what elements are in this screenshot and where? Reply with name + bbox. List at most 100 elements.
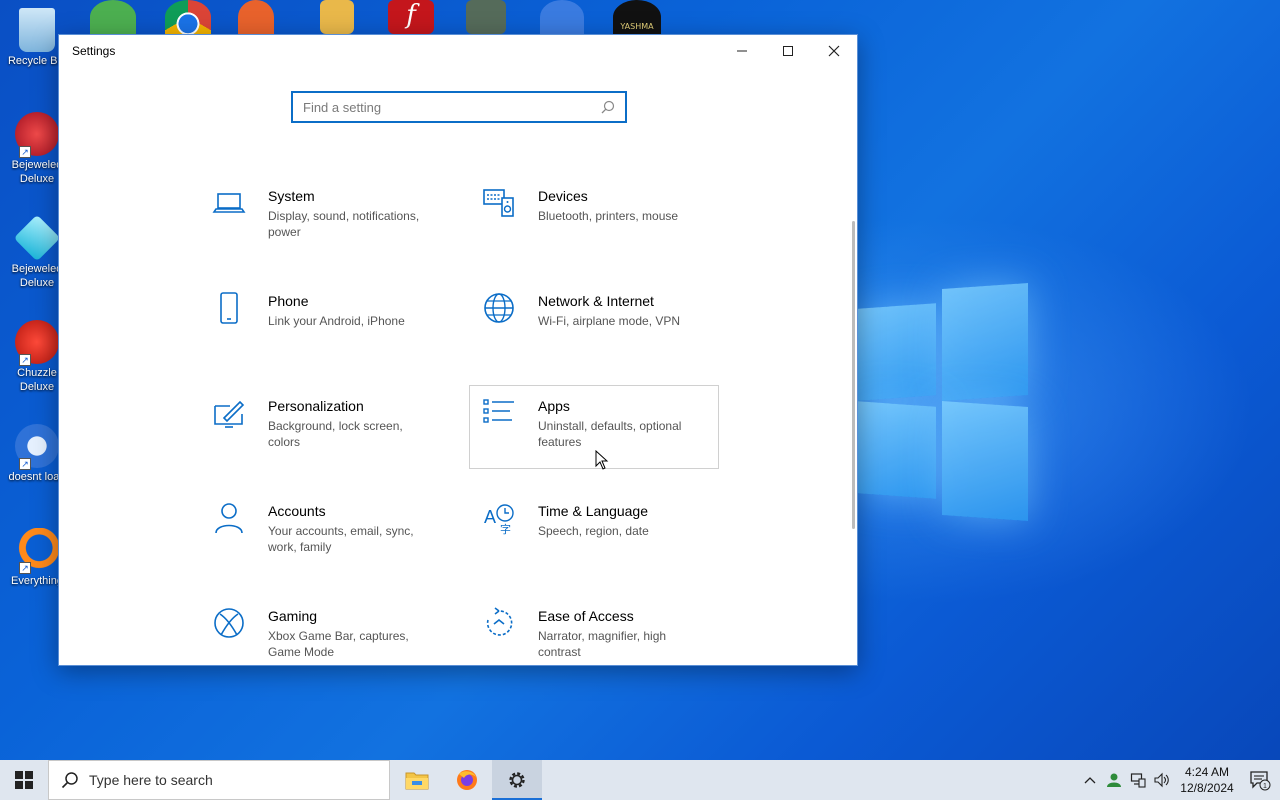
taskbar-file-explorer[interactable]: [392, 760, 442, 800]
tile-name: Phone: [268, 293, 309, 309]
taskbar-firefox[interactable]: [442, 760, 492, 800]
gear-icon: [509, 772, 525, 788]
action-center-button[interactable]: 1: [1240, 760, 1280, 800]
tile-personalization[interactable]: Personalization Background, lock screen,…: [199, 385, 449, 469]
tile-apps[interactable]: Apps Uninstall, defaults, optional featu…: [469, 385, 719, 469]
people-icon: [1107, 773, 1121, 787]
minimize-icon: [737, 50, 747, 52]
notification-icon: 1: [1250, 771, 1271, 791]
tile-description: Uninstall, defaults, optional features: [538, 419, 682, 449]
paintbrush-icon: [214, 400, 245, 428]
window-titlebar[interactable]: Settings: [59, 35, 857, 67]
desktop-icon-users[interactable]: [90, 0, 136, 34]
desktop-icon-app[interactable]: [238, 0, 274, 34]
mouse-cursor-icon: [595, 450, 609, 470]
taskbar-clock[interactable]: 4:24 AM 12/8/2024: [1174, 764, 1240, 796]
window-scrollbar[interactable]: [852, 221, 855, 529]
speaker-icon: [1154, 772, 1169, 788]
tile-description: Background, lock screen, colors: [268, 419, 403, 449]
tile-system[interactable]: System Display, sound, notifications, po…: [199, 175, 449, 259]
shortcut-arrow-icon: ↗: [19, 354, 31, 366]
folder-icon: [405, 772, 429, 790]
tile-description: Link your Android, iPhone: [268, 314, 405, 328]
system-tray: 4:24 AM 12/8/2024 1: [1078, 760, 1280, 800]
thunderbird-icon[interactable]: [540, 0, 584, 34]
maximize-icon: [783, 46, 793, 56]
network-icon: [1130, 773, 1146, 788]
tile-name: Gaming: [268, 608, 318, 624]
tile-description: Xbox Game Bar, captures, Game Mode: [268, 629, 409, 659]
shortcut-arrow-icon: ↗: [19, 458, 31, 470]
windows-logo-icon: [15, 771, 33, 789]
taskbar-search-box[interactable]: Type here to search: [48, 760, 390, 800]
tile-name: Time & Language: [538, 503, 648, 519]
bejeweled-2-icon: ↗: [15, 112, 59, 158]
search-icon: [601, 100, 615, 114]
desktop-icon-castle[interactable]: [466, 0, 506, 34]
keyboard-speaker-icon: [483, 189, 514, 217]
gem-icon: [13, 214, 61, 262]
magnifier-icon: ↗: [15, 528, 59, 574]
windows-logo-wallpaper: [858, 282, 1028, 522]
tile-devices[interactable]: Devices Bluetooth, printers, mouse: [469, 175, 719, 259]
recycle-bin-icon: [19, 8, 55, 52]
tray-people-button[interactable]: [1102, 760, 1126, 800]
time-language-icon: A 字: [484, 504, 514, 535]
taskbar-search-text: Type here to search: [89, 772, 213, 788]
show-hidden-icons-button[interactable]: [1078, 760, 1102, 800]
firefox-icon: [457, 770, 477, 790]
tile-description: Your accounts, email, sync, work, family: [268, 524, 414, 554]
svg-text:字: 字: [500, 522, 511, 535]
tile-time-language[interactable]: A 字 Time & Language Speech, region, date: [469, 490, 719, 574]
minimize-button[interactable]: [719, 35, 765, 67]
clock-date: 12/8/2024: [1180, 781, 1234, 795]
tile-phone[interactable]: Phone Link your Android, iPhone: [199, 280, 449, 364]
tile-accounts[interactable]: Accounts Your accounts, email, sync, wor…: [199, 490, 449, 574]
desktop-icon-yashma[interactable]: YASHMA: [613, 0, 661, 34]
tile-description: Wi-Fi, airplane mode, VPN: [538, 314, 681, 328]
tile-description: Bluetooth, printers, mouse: [538, 209, 679, 223]
taskbar: Type here to search 4:24 AM 12/8/2024 1: [0, 760, 1280, 800]
maximize-button[interactable]: [765, 35, 811, 67]
clock-time: 4:24 AM: [1184, 765, 1230, 779]
chrome-icon[interactable]: [165, 0, 211, 34]
settings-search-input[interactable]: [303, 99, 601, 115]
tile-network-internet[interactable]: Network & Internet Wi-Fi, airplane mode,…: [469, 280, 719, 364]
tile-description: Display, sound, notifications, power: [268, 209, 420, 239]
tile-gaming[interactable]: Gaming Xbox Game Bar, captures, Game Mod…: [199, 595, 449, 665]
chevron-up-icon: [1084, 777, 1096, 784]
shortcut-arrow-icon: ↗: [19, 562, 31, 574]
tile-name: Personalization: [268, 398, 364, 414]
notification-count: 1: [1263, 783, 1267, 790]
desktop-icon-archive[interactable]: [320, 0, 354, 34]
tile-name: Ease of Access: [538, 608, 634, 624]
tile-description: Speech, region, date: [538, 524, 649, 538]
tray-network-button[interactable]: [1126, 760, 1150, 800]
window-title: Settings: [72, 44, 116, 58]
mail-bird-icon: ↗: [15, 424, 59, 470]
tile-description: Narrator, magnifier, high contrast: [538, 629, 667, 659]
taskbar-settings[interactable]: [492, 760, 542, 800]
tile-name: System: [268, 188, 315, 204]
tile-name: Apps: [538, 398, 570, 414]
phone-icon: [220, 292, 238, 324]
tile-ease-of-access[interactable]: Ease of Access Narrator, magnifier, high…: [469, 595, 719, 665]
tray-volume-button[interactable]: [1150, 760, 1174, 800]
globe-icon: [484, 293, 514, 323]
start-button[interactable]: [0, 760, 48, 800]
ease-of-access-icon: [486, 607, 513, 636]
close-button[interactable]: [811, 35, 857, 67]
chuzzle-icon: ↗: [15, 320, 59, 366]
xbox-icon: [214, 608, 244, 638]
person-icon: [215, 503, 243, 534]
flash-icon[interactable]: f: [388, 0, 434, 34]
close-icon: [828, 45, 840, 57]
settings-window: Settings System Display, sound, notifica…: [58, 34, 858, 666]
settings-search-box[interactable]: [291, 91, 627, 123]
apps-list-icon: [483, 399, 514, 423]
search-icon: [61, 772, 78, 789]
shortcut-arrow-icon: ↗: [19, 146, 31, 158]
tile-name: Network & Internet: [538, 293, 654, 309]
laptop-icon: [212, 193, 246, 213]
tile-name: Devices: [538, 188, 588, 204]
